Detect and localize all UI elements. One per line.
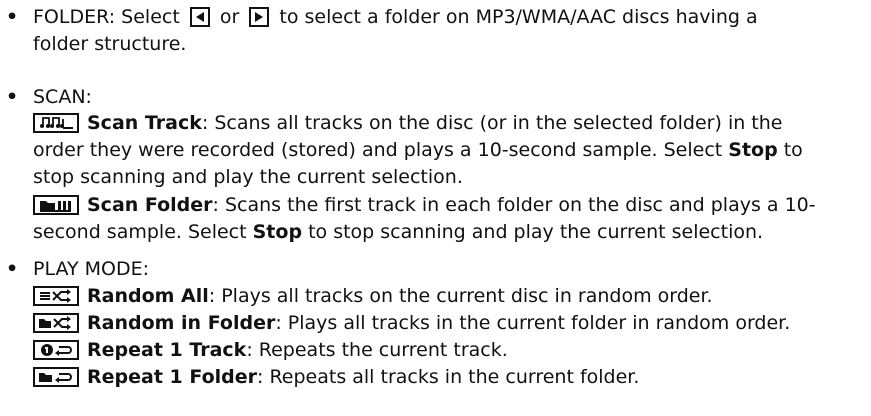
scan-folder-line: Scan Folder: Scans the first track in ea… bbox=[33, 192, 816, 219]
repeat-1-track-line: Repeat 1 Track: Repeats the current trac… bbox=[33, 337, 508, 364]
bullet-dot: • bbox=[6, 258, 19, 280]
repeat-1-track-icon bbox=[33, 340, 79, 360]
scan-track-icon bbox=[33, 113, 79, 133]
scan-track-line: Scan Track: Scans all tracks on the disc… bbox=[33, 110, 783, 137]
right-arrow-icon bbox=[249, 7, 270, 27]
scan-label: SCAN bbox=[33, 86, 86, 108]
random-all-icon bbox=[33, 286, 79, 306]
folder-label: FOLDER bbox=[33, 6, 109, 28]
left-arrow-icon bbox=[189, 7, 210, 27]
random-in-folder-icon bbox=[33, 313, 79, 333]
play-mode-label: PLAY MODE bbox=[33, 258, 143, 280]
repeat-1-folder-icon bbox=[33, 367, 79, 387]
scan-folder-icon bbox=[33, 195, 79, 215]
document-page: • FOLDER: Select or to select a folder o… bbox=[0, 0, 871, 416]
bullet-dot: • bbox=[6, 6, 19, 28]
bullet-dot: • bbox=[6, 86, 19, 108]
repeat-1-folder-line: Repeat 1 Folder: Repeats all tracks in t… bbox=[33, 364, 639, 391]
random-in-folder-line: Random in Folder: Plays all tracks in th… bbox=[33, 310, 790, 337]
folder-description: FOLDER: Select or to select a folder on … bbox=[33, 6, 758, 55]
random-all-line: Random All: Plays all tracks on the curr… bbox=[33, 283, 713, 310]
